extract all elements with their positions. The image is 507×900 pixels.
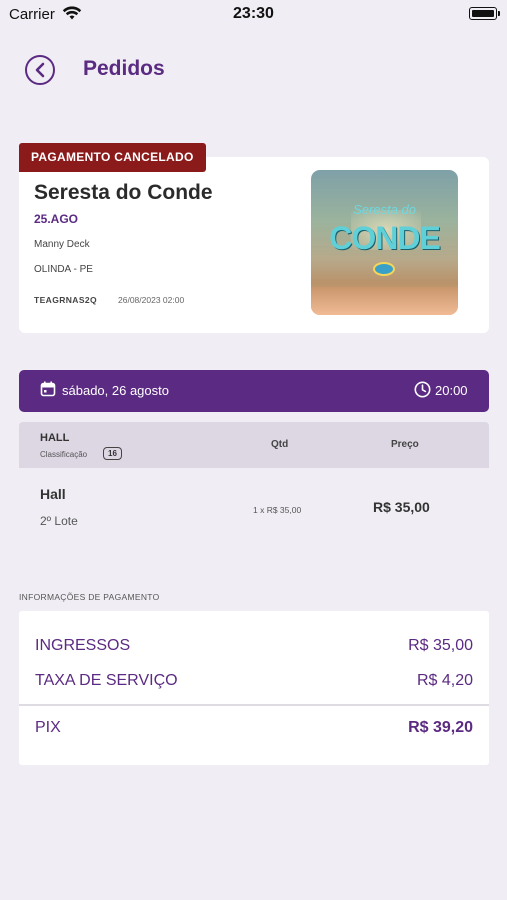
event-date: 25.AGO: [34, 212, 79, 226]
image-script-text: Seresta do: [353, 202, 416, 217]
ticket-qty: 1 x R$ 35,00: [253, 505, 302, 515]
image-logo: [373, 262, 395, 276]
age-rating-badge: 16: [103, 447, 122, 460]
session-date-bar: sábado, 26 agosto 20:00: [19, 370, 489, 412]
price-column-header: Preço: [391, 439, 419, 450]
chevron-left-icon: [35, 62, 45, 78]
back-button[interactable]: [25, 55, 55, 85]
ticket-price: R$ 35,00: [373, 499, 430, 515]
session-time: 20:00: [435, 383, 468, 398]
order-datetime: 26/08/2023 02:00: [118, 295, 185, 305]
ticket-name: Hall: [40, 486, 66, 502]
payment-card: INGRESSOS R$ 35,00 TAXA DE SERVIÇO R$ 4,…: [19, 611, 489, 765]
status-bar: Carrier 23:30: [0, 0, 507, 28]
event-artist: Manny Deck: [34, 239, 90, 250]
tickets-label: INGRESSOS: [35, 637, 131, 654]
calendar-icon: [40, 381, 56, 397]
order-card[interactable]: Seresta do Conde 25.AGO Manny Deck OLIND…: [19, 157, 489, 333]
table-row: Hall 2º Lote 1 x R$ 35,00 R$ 35,00: [19, 468, 489, 546]
session-date: sábado, 26 agosto: [62, 383, 169, 398]
status-time: 23:30: [233, 5, 274, 22]
event-image: Seresta do CONDE: [311, 170, 458, 315]
ticket-table-header: HALL Classificação 16 Qtd Preço: [19, 422, 489, 468]
sector-name: HALL: [40, 432, 70, 444]
page-title: Pedidos: [83, 57, 165, 80]
battery-icon: [469, 7, 500, 20]
event-location: OLINDA - PE: [34, 264, 93, 275]
qty-column-header: Qtd: [271, 439, 289, 450]
payment-section-label: INFORMAÇÕES DE PAGAMENTO: [19, 592, 160, 602]
order-code: TEAGRNAS2Q: [34, 295, 98, 305]
fee-label: TAXA DE SERVIÇO: [35, 672, 178, 689]
ticket-lot: 2º Lote: [40, 514, 78, 528]
status-badge: PAGAMENTO CANCELADO: [19, 143, 206, 172]
total-value: R$ 39,20: [408, 719, 473, 736]
clock-icon: [414, 381, 431, 398]
fee-value: R$ 4,20: [416, 672, 473, 689]
image-title-text: CONDE: [329, 220, 441, 256]
divider: [19, 704, 489, 706]
event-title: Seresta do Conde: [34, 181, 213, 204]
classification-label: Classificação: [40, 450, 88, 459]
image-sand: [311, 287, 458, 315]
payment-method-label: PIX: [35, 719, 61, 736]
tickets-value: R$ 35,00: [408, 637, 473, 654]
